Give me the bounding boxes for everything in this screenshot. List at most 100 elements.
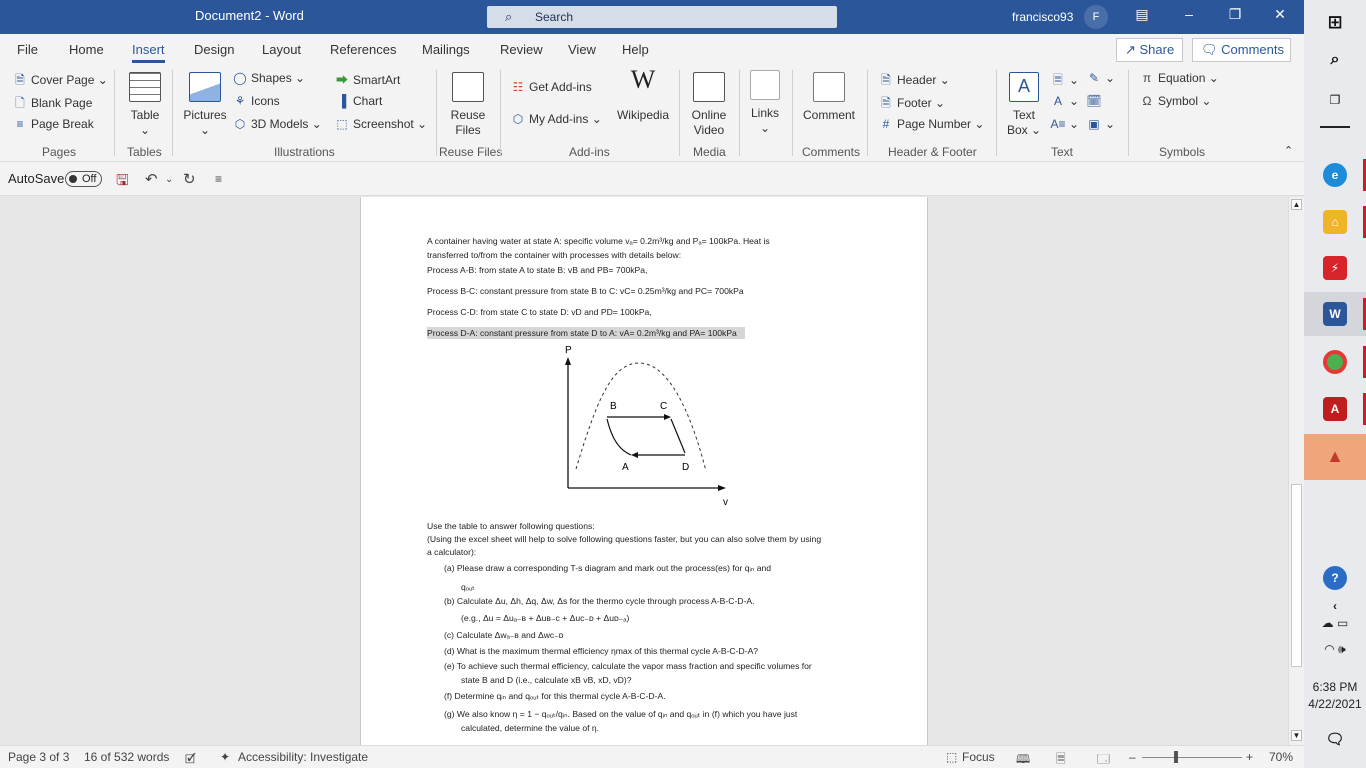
clock-time[interactable]: 6:38 PM — [1304, 680, 1366, 694]
table-button[interactable]: Table ⌄ — [124, 72, 166, 138]
read-mode-icon[interactable]: 🕮 — [1016, 750, 1030, 768]
intro-line-1: A container having water at state A: spe… — [427, 236, 770, 246]
tab-review[interactable]: Review — [500, 42, 543, 57]
print-layout-icon[interactable]: 🗏 — [1056, 750, 1066, 768]
tab-home[interactable]: Home — [69, 42, 104, 57]
smartart-button[interactable]: ⮕ SmartArt — [334, 71, 400, 88]
icons-button[interactable]: ⚘ Icons — [232, 94, 280, 108]
icons-icon: ⚘ — [234, 94, 246, 108]
new-comment-button[interactable]: Comment — [800, 72, 858, 123]
3d-models-button[interactable]: ⬡ 3D Models ⌄ — [232, 117, 322, 131]
minimize-button[interactable]: – — [1177, 6, 1201, 22]
avatar[interactable]: F — [1084, 5, 1108, 29]
word-app[interactable]: W — [1304, 292, 1366, 336]
scroll-thumb[interactable] — [1291, 484, 1302, 667]
red-app[interactable]: ⚡ — [1304, 246, 1366, 290]
get-addins-button[interactable]: ☷ Get Add-ins — [510, 80, 592, 94]
cover-page-button[interactable]: 🗎 Cover Page ⌄ — [12, 71, 108, 92]
scroll-up-icon[interactable]: ▲ — [1291, 199, 1302, 210]
tab-design[interactable]: Design — [194, 42, 234, 57]
question-e-line-2: state B and D (i.e., calculate xB vB, xD… — [461, 675, 632, 685]
user-name[interactable]: francisco93 — [1012, 10, 1073, 24]
table-label: Table — [130, 108, 160, 122]
acrobat-app[interactable]: A — [1304, 387, 1366, 431]
folder-icon: ⌂ — [1323, 210, 1347, 234]
intro-line-2: transferred to/from the container with p… — [427, 250, 682, 260]
accessibility-status[interactable]: Accessibility: Investigate — [238, 750, 368, 764]
ribbon-display-icon[interactable]: ▤ — [1130, 6, 1154, 23]
zoom-slider-thumb[interactable] — [1174, 751, 1178, 763]
undo-dropdown-icon[interactable]: ⌄ — [165, 174, 173, 185]
page-count[interactable]: Page 3 of 3 — [8, 750, 69, 764]
chrome-app[interactable] — [1304, 340, 1366, 384]
tray-icons-row-1[interactable]: ☁ ▭ — [1304, 616, 1366, 640]
text-box-button[interactable]: A Text Box ⌄ — [1004, 72, 1044, 138]
tab-references[interactable]: References — [330, 42, 396, 57]
tab-mailings[interactable]: Mailings — [422, 42, 470, 57]
my-addins-button[interactable]: ⬡ My Add-ins ⌄ — [510, 112, 602, 126]
customize-qat-icon[interactable]: ≡ — [215, 172, 222, 186]
tab-insert[interactable]: Insert — [132, 42, 165, 63]
blank-page-button[interactable]: 🗋 Blank Page — [12, 94, 92, 115]
file-explorer-app[interactable]: ⌂ — [1304, 200, 1366, 244]
tab-help[interactable]: Help — [622, 42, 649, 57]
date-time-button[interactable]: 🗓 — [1086, 94, 1105, 108]
header-button[interactable]: 🗎 Header ⌄ — [878, 71, 950, 92]
chart-button[interactable]: ▐ Chart — [334, 94, 383, 108]
wikipedia-button[interactable]: W Wikipedia — [614, 67, 672, 123]
focus-button[interactable]: Focus — [962, 750, 995, 764]
edge-app[interactable]: e — [1304, 153, 1366, 197]
toggle-knob — [69, 175, 77, 183]
footer-button[interactable]: 🗎 Footer ⌄ — [878, 94, 945, 115]
proofing-icon[interactable]: 🗹 — [185, 750, 196, 768]
page-number-button[interactable]: # Page Number ⌄ — [878, 117, 985, 131]
tray-icons-row-2[interactable]: ◠ 🕪 — [1304, 642, 1366, 666]
screenshot-button[interactable]: ⬚ Screenshot ⌄ — [334, 117, 427, 131]
drop-cap-button[interactable]: A≡ ⌄ — [1050, 117, 1079, 131]
taskbar-search-button[interactable]: ⌕ — [1304, 38, 1366, 82]
taskbar: ⊞ ⌕ ❐ e ⌂ ⚡ W A ▲ ? ‹ ☁ ▭ ◠ 🕪 6:38 PM 4/… — [1304, 0, 1366, 768]
zoom-level[interactable]: 70% — [1269, 750, 1293, 764]
pictures-button[interactable]: Pictures ⌄ — [181, 72, 229, 138]
instructions-line-3: a calculator): — [427, 547, 477, 557]
document-page[interactable]: A container having water at state A: spe… — [360, 197, 928, 745]
zoom-slider-track[interactable] — [1142, 757, 1242, 758]
quick-parts-button[interactable]: 🗏 ⌄ — [1050, 71, 1079, 92]
reuse-files-button[interactable]: Reuse Files — [446, 72, 490, 138]
collapse-ribbon-icon[interactable]: ⌃ — [1284, 144, 1293, 157]
share-button[interactable]: ↗ Share — [1116, 38, 1183, 62]
page-break-button[interactable]: ≡ Page Break — [12, 117, 93, 131]
task-view-button[interactable]: ❐ — [1304, 78, 1366, 122]
battery-icon: ▭ — [1337, 616, 1349, 630]
save-icon[interactable]: 🖫 — [116, 170, 129, 195]
vertical-scrollbar[interactable]: ▲ ▼ — [1288, 197, 1304, 745]
restore-button[interactable]: ❐ — [1223, 6, 1247, 23]
web-layout-icon[interactable]: 🗔 — [1097, 750, 1110, 768]
zoom-in-icon[interactable]: + — [1246, 750, 1253, 764]
shapes-button[interactable]: ◯ Shapes ⌄ — [232, 71, 305, 85]
close-button[interactable]: ✕ — [1268, 6, 1292, 23]
object-button[interactable]: ▣ ⌄ — [1086, 117, 1115, 131]
wordart-button[interactable]: A ⌄ — [1050, 94, 1079, 108]
undo-icon[interactable]: ↶ — [145, 170, 158, 188]
equation-button[interactable]: π Equation ⌄ — [1139, 71, 1219, 85]
comments-button[interactable]: 🗨 Comments — [1192, 38, 1291, 62]
autosave-toggle[interactable]: Off — [65, 171, 102, 187]
tab-view[interactable]: View — [568, 42, 596, 57]
divider — [500, 70, 501, 156]
symbol-button[interactable]: Ω Symbol ⌄ — [1139, 94, 1212, 108]
online-video-button[interactable]: Online Video — [688, 72, 730, 138]
signature-line-button[interactable]: ✎ ⌄ — [1086, 71, 1115, 85]
scroll-down-icon[interactable]: ▼ — [1291, 730, 1302, 741]
tab-file[interactable]: File — [17, 42, 38, 57]
search-box[interactable]: ⌕ Search — [487, 6, 837, 28]
document-area: A container having water at state A: spe… — [0, 197, 1288, 745]
notifications-button[interactable]: 🗨 — [1304, 718, 1366, 762]
tab-layout[interactable]: Layout — [262, 42, 301, 57]
clock-date[interactable]: 4/22/2021 — [1304, 697, 1366, 711]
word-count[interactable]: 16 of 532 words — [84, 750, 169, 764]
zoom-out-icon[interactable]: – — [1129, 750, 1136, 764]
links-button[interactable]: Links ⌄ — [748, 70, 782, 136]
matlab-app[interactable]: ▲ — [1304, 434, 1366, 480]
redo-icon[interactable]: ↻ — [183, 170, 196, 188]
